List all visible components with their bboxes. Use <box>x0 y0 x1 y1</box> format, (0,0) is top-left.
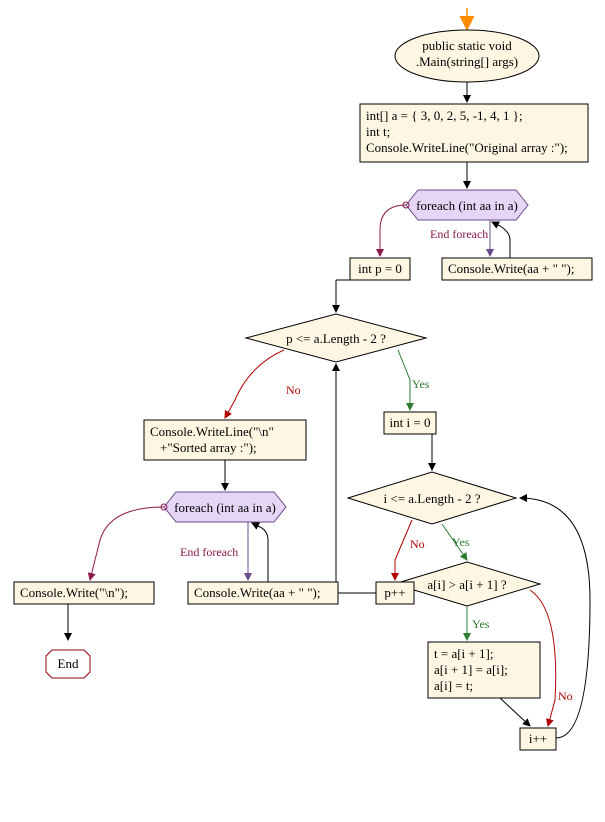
swap-line3: a[i] = t; <box>434 678 473 693</box>
edge-pinc-back <box>336 364 376 593</box>
swap-line1: t = a[i + 1]; <box>434 646 493 661</box>
edge-pcond-yes <box>398 350 410 410</box>
init-line2: int t; <box>366 124 390 139</box>
pcond-no-label: No <box>286 383 301 397</box>
start-label2: .Main(string[] args) <box>416 54 518 69</box>
pcond-label: p <= a.Length - 2 ? <box>286 331 386 346</box>
write2-label: Console.Write(aa + " "); <box>194 585 320 600</box>
edge-pcond-no <box>225 350 284 418</box>
init-line1: int[] a = { 3, 0, 2, 5, -1, 4, 1 }; <box>366 108 523 123</box>
edge-swap-iinc <box>500 698 530 726</box>
icond-yes-label: Yes <box>452 535 470 549</box>
init-line3: Console.WriteLine("Original array :"); <box>366 140 568 155</box>
foreach1-end-label: End foreach <box>430 227 488 241</box>
iinit-label: int i = 0 <box>390 415 431 430</box>
swap-line2: a[i + 1] = a[i]; <box>434 662 508 677</box>
end-label: End <box>58 656 79 671</box>
sorted-line1: Console.WriteLine("\n" <box>150 424 274 439</box>
start-label1: public static void <box>422 38 512 53</box>
acomp-yes-label: Yes <box>472 617 490 631</box>
newline-label: Console.Write("\n"); <box>20 585 128 600</box>
edge-write2-back <box>252 523 268 582</box>
edge-foreach2-exit <box>90 507 164 580</box>
foreach1-label: foreach (int aa in a) <box>416 198 518 213</box>
edge-iinc-back <box>520 498 590 738</box>
foreach2-end-label: End foreach <box>180 545 238 559</box>
write1-label: Console.Write(aa + " "); <box>448 261 574 276</box>
pinit-label: int p = 0 <box>358 261 402 276</box>
sorted-line2: +"Sorted array :"); <box>160 440 257 455</box>
pinc-label: p++ <box>384 585 405 600</box>
icond-no-label: No <box>410 537 425 551</box>
icond-label: i <= a.Length - 2 ? <box>384 491 481 506</box>
acomp-label: a[i] > a[i + 1] ? <box>427 577 506 592</box>
edge-write1-back <box>492 222 510 258</box>
iinc-label: i++ <box>529 731 547 746</box>
pcond-yes-label: Yes <box>412 377 430 391</box>
flowchart-svg: public static void .Main(string[] args) … <box>0 0 605 822</box>
edge-foreach1-exit <box>380 205 406 256</box>
foreach2-label: foreach (int aa in a) <box>174 500 276 515</box>
acomp-no-label: No <box>558 689 573 703</box>
